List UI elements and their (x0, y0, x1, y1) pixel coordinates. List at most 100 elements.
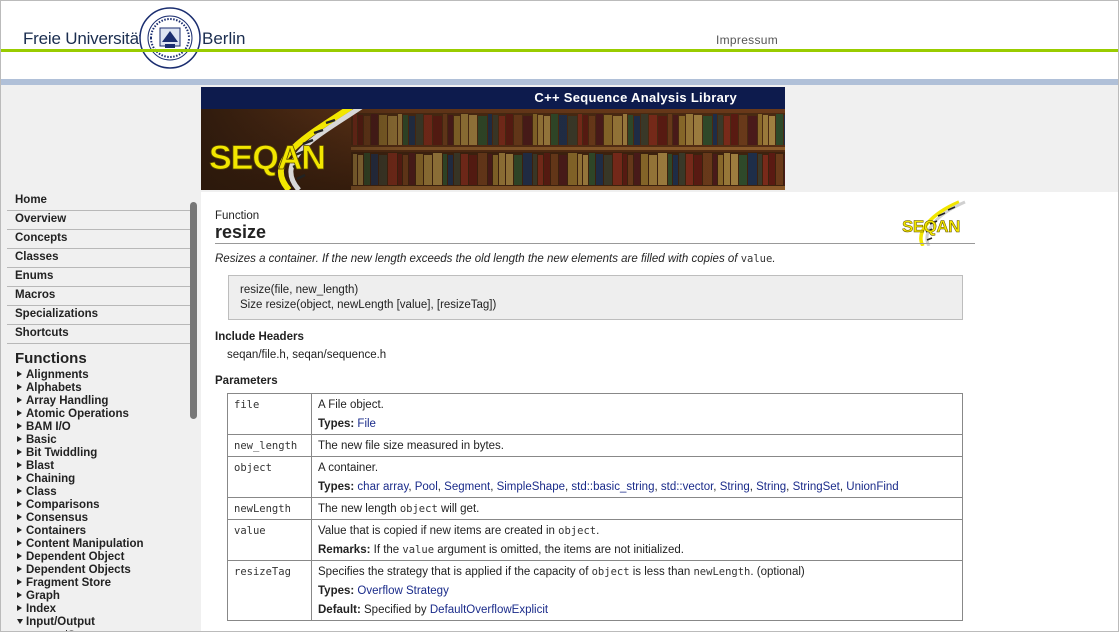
parameters-table: file A File object. Types: File new_length T… (227, 393, 963, 621)
group-chaining[interactable]: Chaining (7, 473, 201, 486)
group-bit-twiddling[interactable]: Bit Twiddling (7, 447, 201, 460)
group-label: Containers (26, 525, 87, 537)
header-blue-rule (1, 79, 1118, 85)
expanded-triangle-icon (17, 619, 23, 624)
type-link-string[interactable]: String (756, 481, 786, 493)
group-alignments[interactable]: Alignments (7, 369, 201, 382)
collapsed-triangle-icon (17, 475, 22, 481)
group-containers[interactable]: Containers (7, 525, 201, 538)
group-label: Input/Output (26, 616, 95, 628)
include-headers-heading: Include Headers (215, 331, 304, 343)
param-types: Types: File (318, 417, 957, 431)
sidebar-item-home[interactable]: Home (7, 192, 193, 211)
entity-kind: Function (215, 210, 260, 222)
sidebar-item-concepts[interactable]: Concepts (7, 230, 193, 249)
param-name: file (227, 393, 312, 435)
type-link-pool[interactable]: Pool (415, 481, 438, 493)
param-default: Default: Specified by DefaultOverflowExp… (318, 604, 549, 616)
default-label: Default: (318, 604, 361, 616)
title-divider (215, 243, 975, 244)
type-link-unionfind[interactable]: UnionFind (846, 481, 898, 493)
group-input-output[interactable]: Input/Output (7, 616, 201, 629)
seqan-bookshelf-banner-image: SEQAN (201, 109, 785, 190)
type-link-char-array[interactable]: char array (357, 481, 408, 493)
group-label: Chaining (26, 473, 76, 485)
collapsed-triangle-icon (17, 501, 22, 507)
type-link-stringset[interactable]: StringSet (793, 481, 840, 493)
collapsed-triangle-icon (17, 449, 22, 455)
seqan-small-logo-icon: SEQAN (902, 200, 966, 246)
type-link-file[interactable]: File (357, 418, 376, 430)
group-index[interactable]: Index (7, 603, 201, 616)
sidebar-item-specializations[interactable]: Specializations (7, 306, 193, 325)
table-row: new_length The new file size measured in … (227, 434, 963, 457)
university-seal-icon[interactable] (139, 7, 201, 69)
types-label: Types: (318, 481, 355, 493)
table-row: file A File object. Types: File (227, 393, 963, 435)
collapsed-triangle-icon (17, 410, 22, 416)
group-content-manipulation[interactable]: Content Manipulation (7, 538, 201, 551)
group-array-handling[interactable]: Array Handling (7, 395, 201, 408)
default-link[interactable]: DefaultOverflowExplicit (430, 604, 548, 616)
group-atomic-operations[interactable]: Atomic Operations (7, 408, 201, 421)
collapsed-triangle-icon (17, 462, 22, 468)
sidebar-item-shortcuts[interactable]: Shortcuts (7, 325, 193, 344)
param-name: value (227, 519, 312, 561)
collapsed-triangle-icon (17, 553, 22, 559)
sidebar-item-enums[interactable]: Enums (7, 268, 193, 287)
browser-page: Freie Universität Berlin Impressum C++ S… (0, 0, 1119, 632)
type-link-string[interactable]: String (720, 481, 750, 493)
group-consensus[interactable]: Consensus (7, 512, 201, 525)
group-blast[interactable]: Blast (7, 460, 201, 473)
group-comparisons[interactable]: Comparisons (7, 499, 201, 512)
function-group-list: Alignments Alphabets Array Handling Atomic … (7, 369, 201, 616)
group-label: Atomic Operations (26, 408, 129, 420)
sidebar-item-macros[interactable]: Macros (7, 287, 193, 306)
sidebar-item-overview[interactable]: Overview (7, 211, 193, 230)
collapsed-triangle-icon (17, 371, 22, 377)
group-label: Consensus (26, 512, 88, 524)
sidebar-scrollbar[interactable] (190, 202, 197, 419)
param-description: Value that is copied if new items are cr… (311, 519, 963, 561)
group-dependent-object[interactable]: Dependent Object (7, 551, 201, 564)
group-label: Class (26, 486, 57, 498)
sidebar-item-classes[interactable]: Classes (7, 249, 193, 268)
group-graph[interactable]: Graph (7, 590, 201, 603)
param-description: A File object. Types: File (311, 393, 963, 435)
type-link-overflow-strategy[interactable]: Overflow Strategy (357, 585, 448, 597)
group-class[interactable]: Class (7, 486, 201, 499)
group-fragment-store[interactable]: Fragment Store (7, 577, 201, 590)
param-name: new_length (227, 434, 312, 457)
param-desc-line: Specifies the strategy that is applied i… (318, 566, 805, 578)
group-label: Dependent Objects (26, 564, 131, 576)
impressum-link[interactable]: Impressum (716, 33, 778, 47)
group-basic[interactable]: Basic (7, 434, 201, 447)
group-label: Alphabets (26, 382, 82, 394)
svg-text:SEQAN: SEQAN (902, 217, 960, 236)
group-label: Comparisons (26, 499, 100, 511)
type-link-std-basic-string[interactable]: std::basic_string (571, 481, 654, 493)
seqan-logo-text: SEQAN (209, 139, 325, 177)
group-label: Blast (26, 460, 55, 472)
type-link-segment[interactable]: Segment (444, 481, 490, 493)
university-header: Freie Universität Berlin Impressum (1, 1, 1118, 85)
type-link-std-vector[interactable]: std::vector (661, 481, 713, 493)
group-dependent-objects[interactable]: Dependent Objects (7, 564, 201, 577)
group-alphabets[interactable]: Alphabets (7, 382, 201, 395)
include-header-files: seqan/file.h, seqan/sequence.h (227, 349, 387, 361)
signature-line: Size resize(object, newLength [value], [… (240, 299, 497, 311)
collapsed-triangle-icon (17, 592, 22, 598)
param-remarks: Remarks: If the value argument is omitte… (318, 544, 684, 556)
collapsed-triangle-icon (17, 514, 22, 520)
seqan-banner: C++ Sequence Analysis Library SEQAN (201, 87, 785, 190)
type-link-simpleshape[interactable]: SimpleShape (497, 481, 565, 493)
param-desc-line: The new length object will get. (318, 503, 480, 515)
banner-tagline: C++ Sequence Analysis Library (201, 87, 785, 109)
collapsed-triangle-icon (17, 384, 22, 390)
group-bam-i-o[interactable]: BAM I/O (7, 421, 201, 434)
remarks-label: Remarks: (318, 544, 371, 556)
function-summary: Resizes a container. If the new length e… (215, 253, 776, 265)
table-row: object A container. Types: char array, Poo… (227, 456, 963, 498)
group-label: BAM I/O (26, 421, 71, 433)
collapsed-triangle-icon (17, 579, 22, 585)
